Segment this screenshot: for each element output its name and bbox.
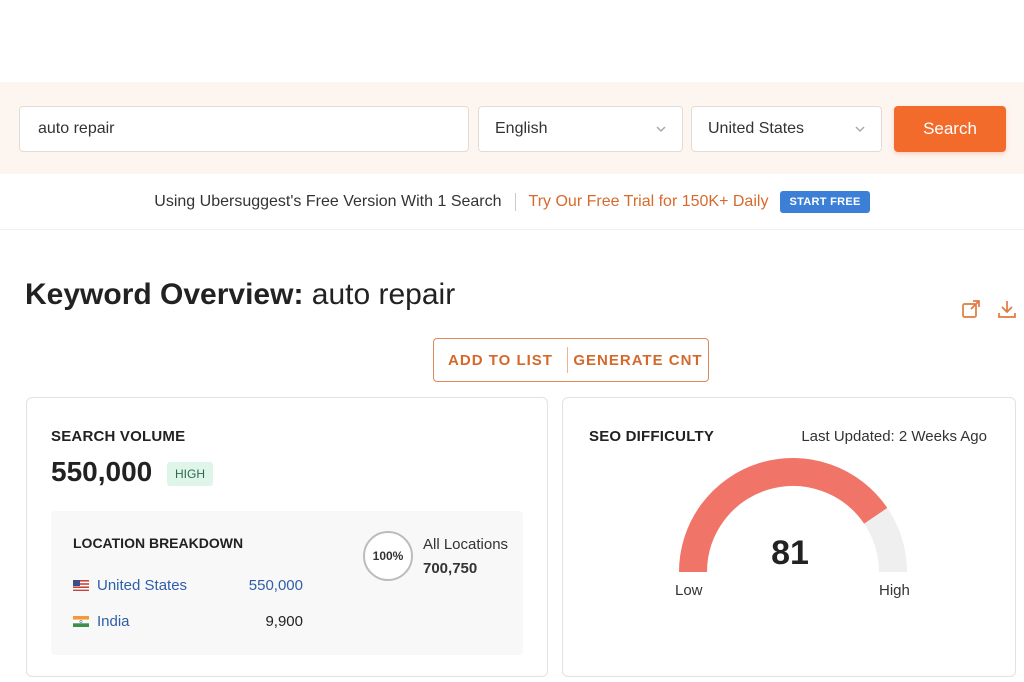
- chevron-down-icon: [855, 126, 865, 133]
- search-bar: English United States Search: [0, 82, 1024, 174]
- location-breakdown: LOCATION BREAKDOWN United States 550,000…: [51, 511, 523, 655]
- promo-divider: [514, 192, 516, 211]
- search-volume-value: 550,000: [51, 456, 153, 487]
- location-volume: 9,900: [265, 613, 303, 630]
- location-breakdown-title: LOCATION BREAKDOWN: [73, 535, 244, 551]
- seo-difficulty-card: SEO DIFFICULTY Last Updated: 2 Weeks Ago…: [562, 397, 1016, 677]
- add-to-list-button[interactable]: ADD TO LIST: [434, 339, 567, 381]
- location-volume: 550,000: [248, 577, 303, 594]
- all-locations-label: All Locations: [423, 536, 509, 553]
- start-free-button[interactable]: START FREE: [780, 190, 870, 213]
- download-icon[interactable]: [996, 298, 1018, 320]
- us-flag-icon: [73, 580, 89, 591]
- page-title-label: Keyword Overview:: [25, 278, 304, 311]
- page-title: Keyword Overview: auto repair: [25, 278, 455, 312]
- free-trial-link[interactable]: Try Our Free Trial for 150K+ Daily: [529, 193, 769, 211]
- gauge-high-label: High: [879, 582, 910, 599]
- header-actions: [960, 298, 1018, 320]
- india-flag-icon: [73, 616, 89, 627]
- location-country[interactable]: United States: [97, 577, 233, 594]
- top-blank-area: [0, 0, 1024, 82]
- promo-banner: Using Ubersuggest's Free Version With 1 …: [0, 174, 1024, 230]
- action-button-group: ADD TO LIST GENERATE CNT: [433, 338, 709, 382]
- search-volume-card: SEARCH VOLUME 550,000 HIGH LOCATION BREA…: [26, 397, 548, 677]
- page-title-keyword: auto repair: [311, 278, 456, 311]
- all-locations-value: 700,750: [423, 560, 478, 577]
- seo-difficulty-label: SEO DIFFICULTY: [589, 428, 715, 445]
- keyword-input[interactable]: [19, 106, 469, 152]
- chevron-down-icon: [656, 126, 666, 133]
- location-row: India 9,900: [73, 613, 303, 630]
- language-select[interactable]: English: [478, 106, 683, 152]
- gauge-low-label: Low: [675, 582, 703, 599]
- location-row: United States 550,000: [73, 577, 303, 594]
- language-select-value: English: [495, 120, 548, 137]
- location-country[interactable]: India: [97, 613, 233, 630]
- share-icon[interactable]: [960, 298, 982, 320]
- volume-level-badge: HIGH: [167, 462, 213, 486]
- search-volume-label: SEARCH VOLUME: [51, 428, 186, 445]
- free-version-text: Using Ubersuggest's Free Version With 1 …: [154, 192, 502, 210]
- country-select-value: United States: [708, 120, 805, 137]
- country-select[interactable]: United States: [691, 106, 882, 152]
- location-percent-circle: 100%: [363, 531, 413, 581]
- generate-content-button[interactable]: GENERATE CNT: [568, 339, 708, 381]
- difficulty-score: 81: [771, 534, 809, 572]
- search-button[interactable]: Search: [894, 106, 1006, 152]
- last-updated-text: Last Updated: 2 Weeks Ago: [801, 428, 987, 445]
